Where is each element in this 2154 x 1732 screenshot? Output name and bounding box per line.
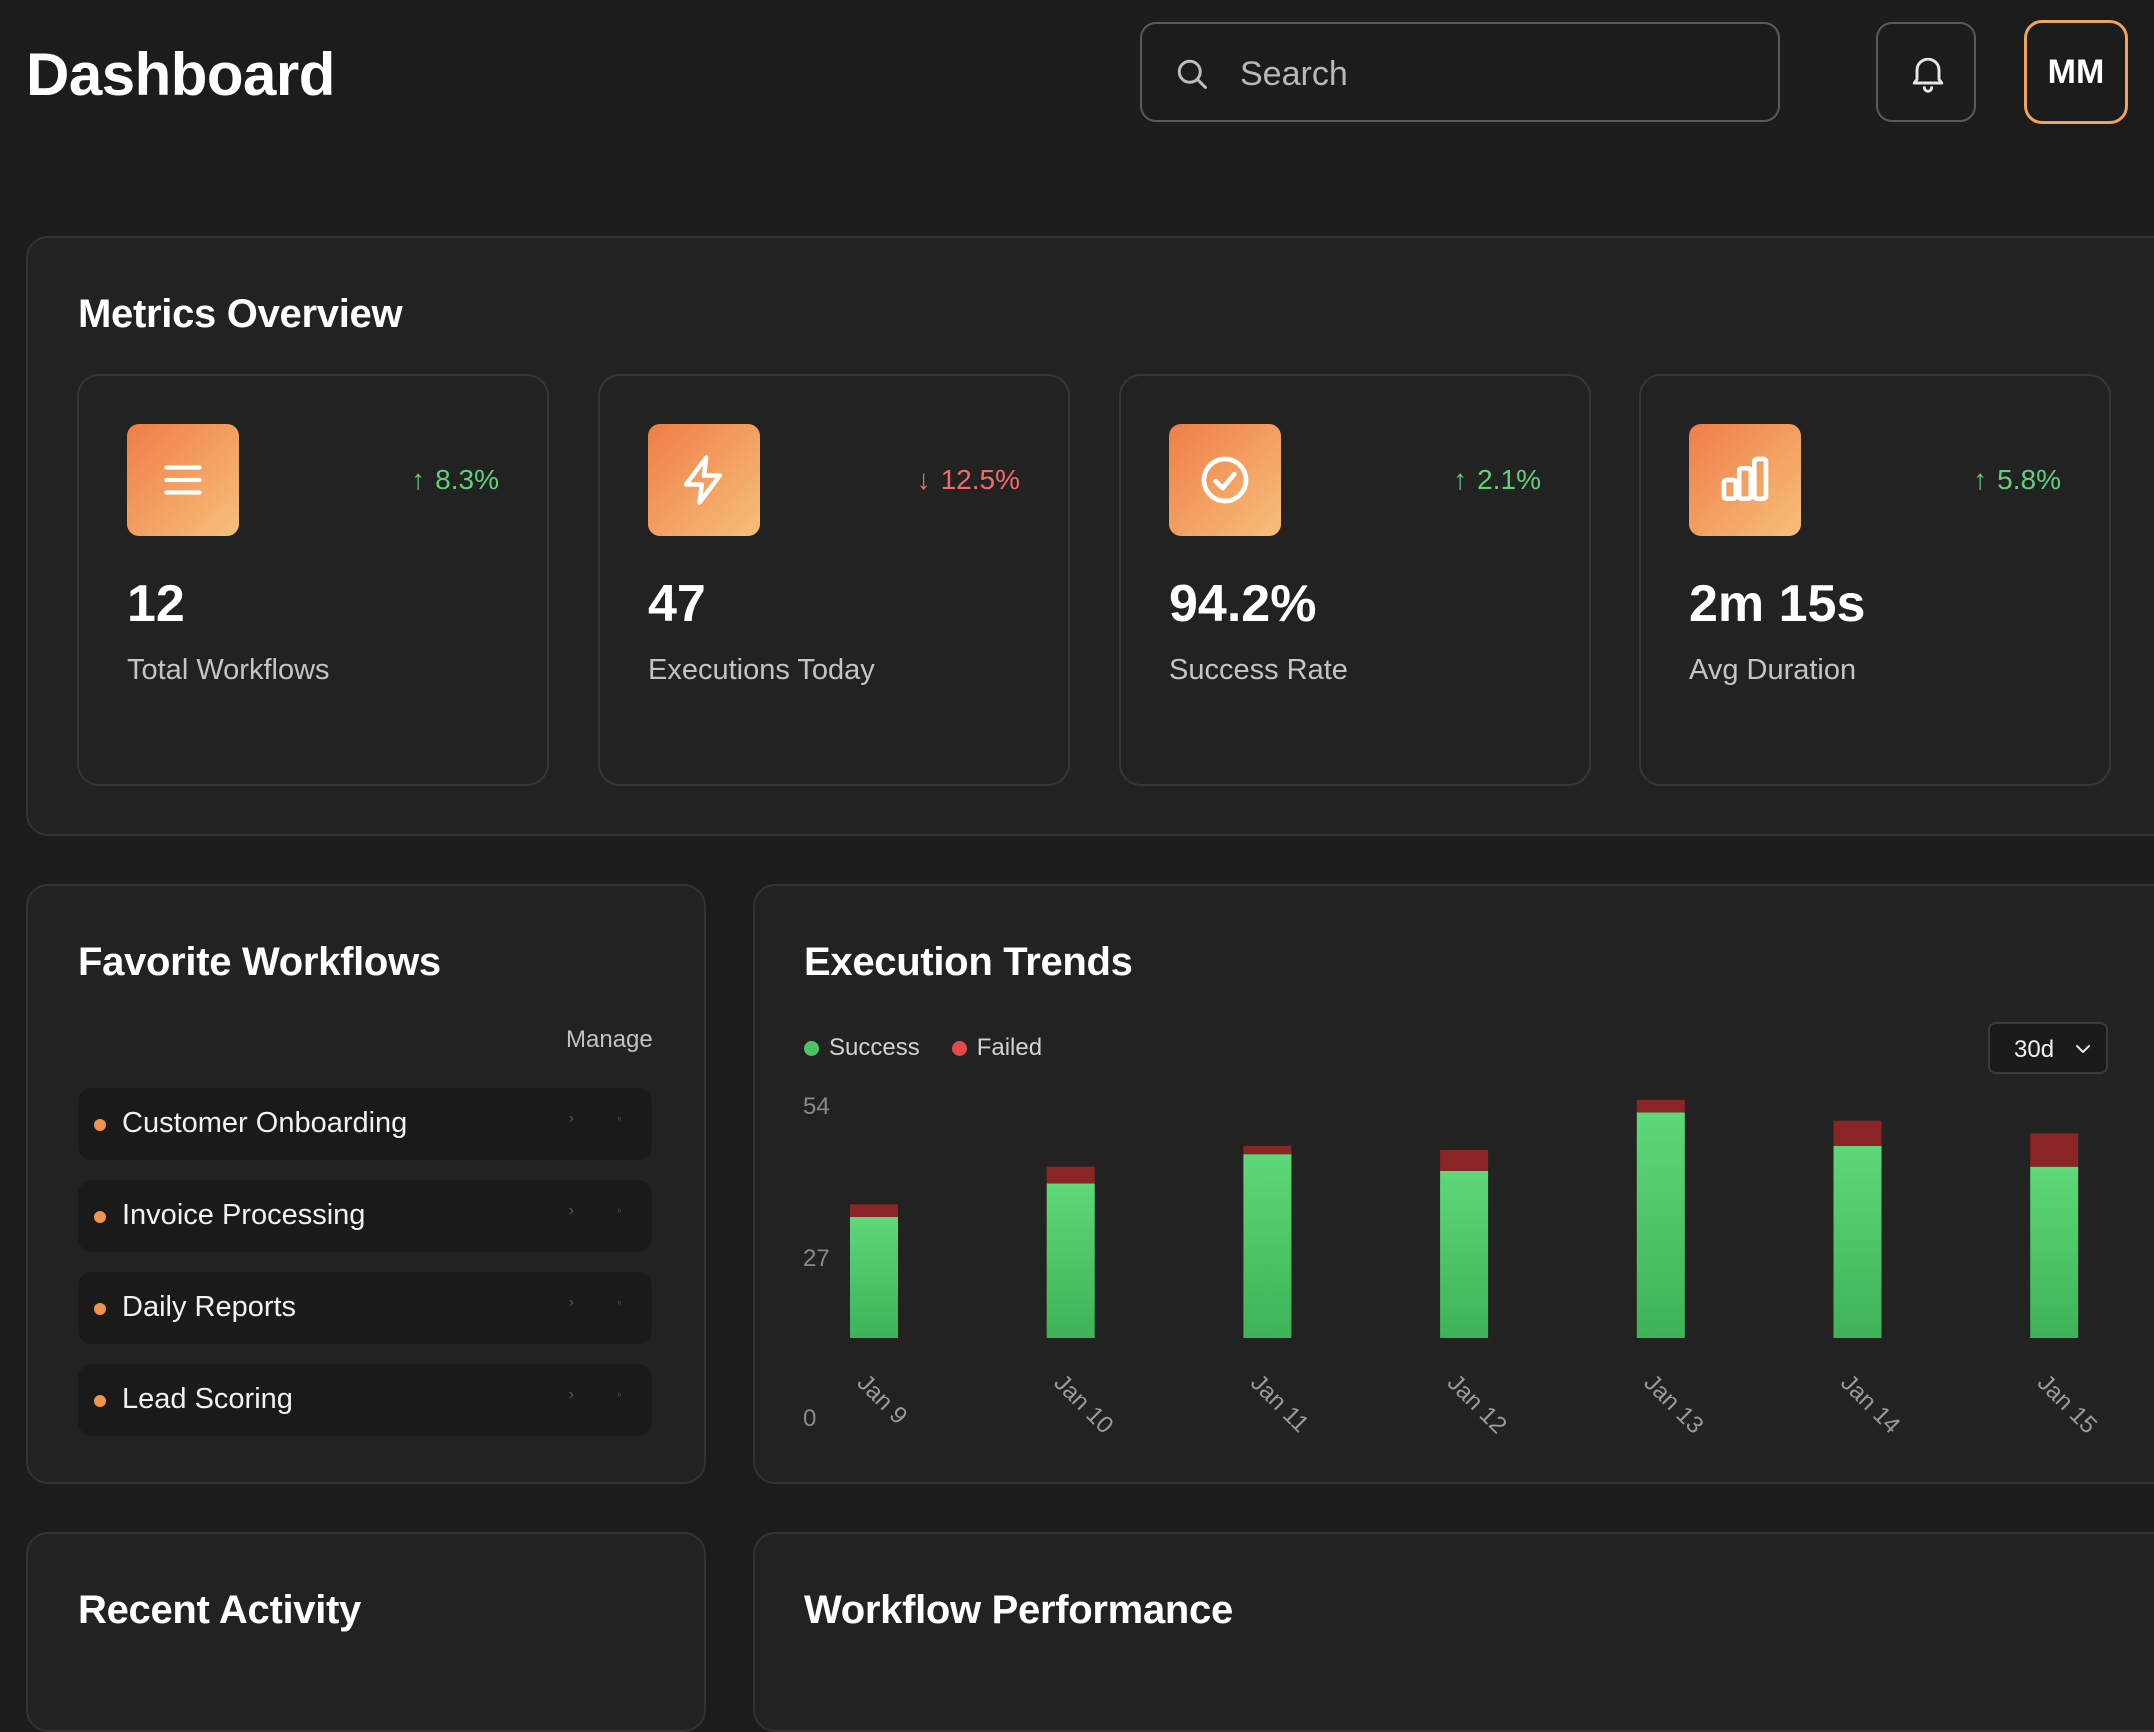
- legend-label-failed: Failed: [976, 1034, 1043, 1061]
- bar-failed[interactable]: [1440, 1150, 1489, 1171]
- bar-success[interactable]: [1636, 1112, 1685, 1338]
- bar-success[interactable]: [2030, 1166, 2079, 1338]
- lightning-icon: [648, 424, 760, 536]
- x-tick-label: Jan 14: [1835, 1369, 1905, 1439]
- notifications-button[interactable]: [1876, 22, 1976, 122]
- bar-failed[interactable]: [850, 1204, 898, 1217]
- bell-icon: [1912, 57, 1944, 93]
- search-input[interactable]: [1238, 44, 1762, 104]
- favorite-workflows-title: Favorite Workflows: [78, 940, 441, 984]
- bar-success[interactable]: [1046, 1183, 1095, 1338]
- run-icon[interactable]: ›: [569, 1110, 574, 1128]
- favorite-item-lead-scoring[interactable]: Lead Scoring › ◦: [78, 1364, 652, 1436]
- search-icon: [1177, 59, 1207, 89]
- metric-card-avg-duration[interactable]: ↑ 5.8% 2m 15s Avg Duration: [1639, 374, 2111, 786]
- trend-badge: ↑ 5.8%: [1973, 464, 2061, 495]
- bar-failed[interactable]: [1636, 1099, 1685, 1113]
- bar-failed[interactable]: [1046, 1166, 1095, 1184]
- metric-value: 47: [648, 575, 706, 633]
- metric-label: Total Workflows: [127, 654, 330, 686]
- bar-success[interactable]: [850, 1216, 898, 1338]
- workflow-performance-title: Workflow Performance: [804, 1588, 1233, 1632]
- metric-card-success-rate[interactable]: ↑ 2.1% 94.2% Success Rate: [1119, 374, 1591, 786]
- status-dot: [94, 1119, 106, 1131]
- recent-activity-title: Recent Activity: [78, 1588, 362, 1632]
- favorite-item-label: Daily Reports: [122, 1291, 297, 1323]
- metric-label: Success Rate: [1169, 654, 1348, 686]
- bar-success[interactable]: [1440, 1170, 1489, 1338]
- favorite-item-daily-reports[interactable]: Daily Reports › ◦: [78, 1272, 652, 1344]
- x-tick-label: Jan 13: [1639, 1369, 1709, 1439]
- bar-success[interactable]: [1243, 1154, 1292, 1338]
- arrow-up-icon: ↑: [1453, 464, 1468, 495]
- metric-label: Avg Duration: [1689, 654, 1857, 686]
- avatar[interactable]: MM: [2024, 20, 2128, 124]
- more-icon[interactable]: ◦: [617, 1202, 622, 1218]
- legend-swatch-failed: [951, 1040, 967, 1056]
- status-dot: [94, 1303, 106, 1315]
- list-icon: [127, 424, 239, 536]
- status-dot: [94, 1211, 106, 1223]
- manage-link[interactable]: Manage: [566, 1026, 653, 1054]
- metric-card-total-workflows[interactable]: ↑ 8.3% 12 Total Workflows: [77, 374, 549, 786]
- favorite-item-customer-onboarding[interactable]: Customer Onboarding › ◦: [78, 1088, 652, 1160]
- bar-chart-icon: [1689, 424, 1801, 536]
- arrow-up-icon: ↑: [1973, 464, 1988, 495]
- check-circle-icon: [1169, 424, 1281, 536]
- bar-failed[interactable]: [1833, 1120, 1882, 1146]
- bar-failed[interactable]: [1243, 1145, 1292, 1155]
- x-tick-label: Jan 15: [2032, 1369, 2102, 1439]
- run-icon[interactable]: ›: [569, 1202, 574, 1220]
- y-tick-label: 27: [803, 1245, 830, 1272]
- more-icon[interactable]: ◦: [617, 1294, 622, 1310]
- favorite-item-label: Invoice Processing: [122, 1199, 366, 1231]
- favorite-item-label: Lead Scoring: [122, 1383, 293, 1415]
- chevron-down-icon: [2076, 1045, 2090, 1053]
- arrow-up-icon: ↑: [411, 464, 426, 495]
- x-tick-label: Jan 9: [852, 1369, 913, 1430]
- execution-trends-chart: 54 27 0 Jan 9 Jan 10 Jan 11 Jan 12 Jan 13 Jan 14…: [803, 1093, 2102, 1439]
- range-select[interactable]: 30d: [1988, 1022, 2108, 1074]
- legend-label-success: Success: [829, 1034, 920, 1061]
- trend-badge: ↓ 12.5%: [916, 464, 1020, 495]
- range-select-value: 30d: [2014, 1036, 2055, 1063]
- run-icon[interactable]: ›: [569, 1386, 574, 1404]
- page-title: Dashboard: [26, 41, 335, 108]
- metric-label: Executions Today: [648, 654, 875, 686]
- x-tick-label: Jan 11: [1245, 1369, 1314, 1438]
- metric-value: 12: [127, 575, 185, 633]
- legend-swatch-success: [804, 1040, 819, 1056]
- bar-failed[interactable]: [2030, 1133, 2079, 1167]
- metric-value: 94.2%: [1169, 575, 1317, 633]
- metrics-overview-title: Metrics Overview: [78, 292, 403, 336]
- run-icon[interactable]: ›: [569, 1294, 574, 1312]
- trend-badge: ↑ 8.3%: [411, 464, 499, 495]
- bar-success[interactable]: [1833, 1145, 1882, 1338]
- execution-trends-title: Execution Trends: [804, 940, 1133, 984]
- favorite-item-invoice-processing[interactable]: Invoice Processing › ◦: [78, 1180, 652, 1252]
- y-tick-label: 54: [803, 1093, 830, 1120]
- metric-card-executions-today[interactable]: ↓ 12.5% 47 Executions Today: [598, 374, 1070, 786]
- arrow-down-icon: ↓: [916, 464, 931, 495]
- chart-legend: Success Failed: [804, 1034, 1042, 1062]
- more-icon[interactable]: ◦: [617, 1110, 622, 1126]
- favorite-item-label: Customer Onboarding: [122, 1107, 408, 1139]
- x-tick-label: Jan 12: [1442, 1369, 1512, 1439]
- metric-value: 2m 15s: [1689, 575, 1866, 633]
- trend-badge: ↑ 2.1%: [1453, 464, 1541, 495]
- y-tick-label: 0: [803, 1405, 816, 1432]
- status-dot: [94, 1395, 106, 1407]
- x-tick-label: Jan 10: [1048, 1369, 1118, 1439]
- more-icon[interactable]: ◦: [617, 1386, 622, 1402]
- search-bar[interactable]: [1140, 22, 1780, 122]
